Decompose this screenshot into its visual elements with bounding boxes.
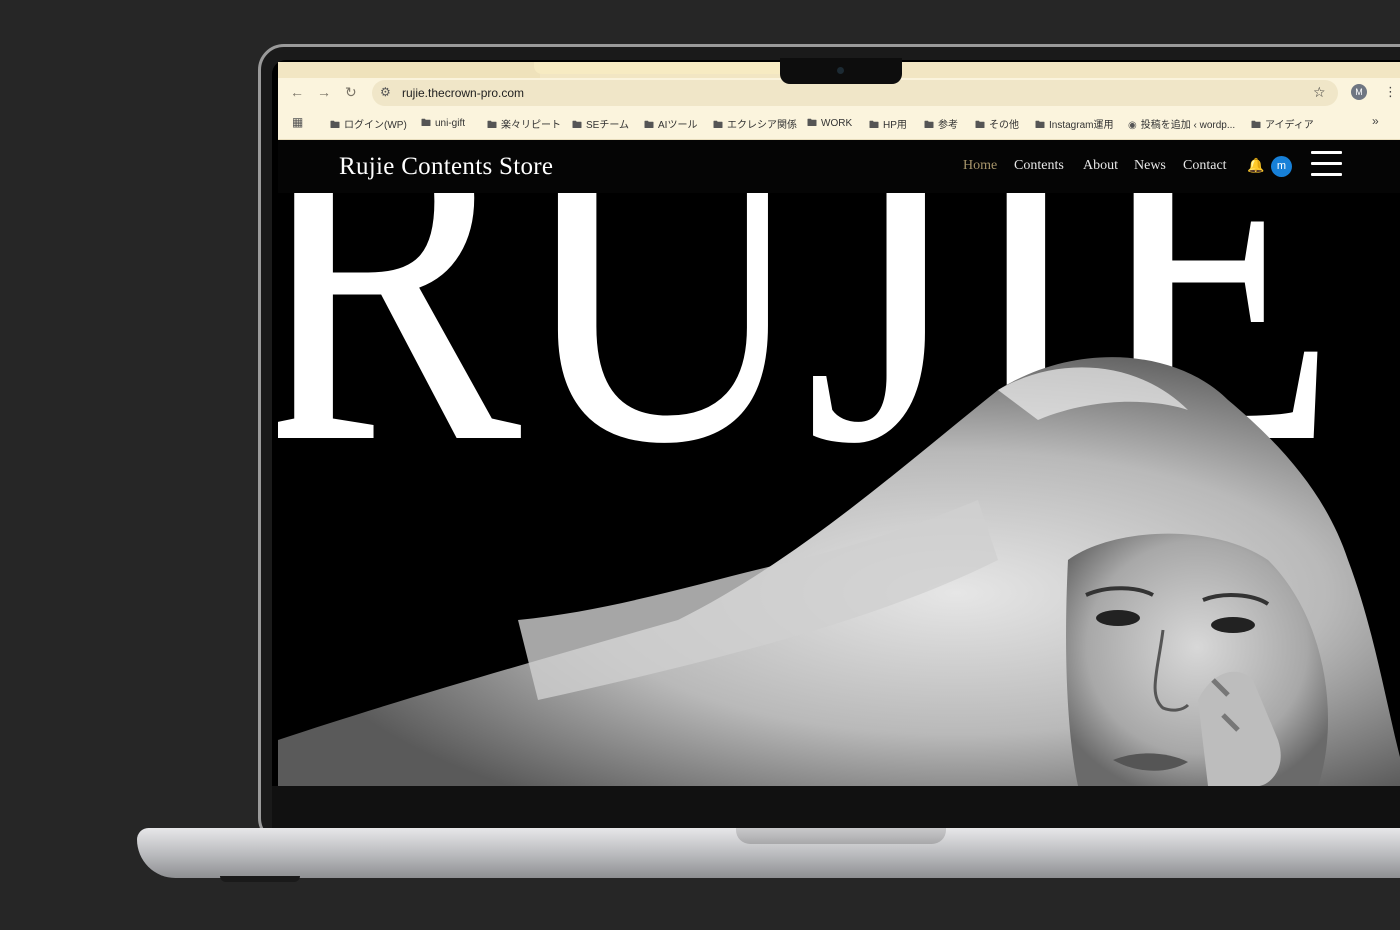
website: RUJIE Rujie Contents Store Home Contents…: [278, 140, 1400, 786]
folder-icon: 🖿: [975, 120, 985, 131]
bookmark-item[interactable]: 🖿 エクレシア関係: [713, 116, 797, 135]
laptop-groove: [736, 828, 946, 844]
bookmark-item[interactable]: 🖿 ログイン(WP): [330, 116, 407, 135]
folder-icon: 🖿: [421, 118, 431, 129]
folder-icon: 🖿: [924, 120, 934, 131]
nav-home[interactable]: Home: [963, 158, 997, 174]
nav-contact[interactable]: Contact: [1183, 158, 1227, 174]
folder-icon: 🖿: [869, 120, 879, 131]
folder-icon: 🖿: [1251, 120, 1261, 131]
back-icon[interactable]: ←: [290, 84, 304, 100]
nav-about[interactable]: About: [1083, 158, 1118, 174]
site-header: Rujie Contents Store Home Contents About…: [278, 140, 1400, 193]
folder-icon: 🖿: [807, 118, 817, 129]
bookmark-item[interactable]: ◉ 投稿を追加 ‹ wordp...: [1128, 116, 1235, 131]
screen-bottom-bezel: [272, 786, 1400, 830]
bell-icon[interactable]: 🔔: [1247, 157, 1264, 174]
laptop-foot: [220, 876, 300, 882]
user-avatar[interactable]: m: [1271, 156, 1292, 177]
bookmark-item[interactable]: 🖿 楽々リピート: [487, 116, 561, 135]
site-settings-icon[interactable]: ⚙: [380, 85, 391, 99]
folder-icon: 🖿: [487, 120, 497, 131]
hamburger-icon[interactable]: [1311, 151, 1342, 177]
folder-icon: 🖿: [644, 120, 654, 131]
apps-icon[interactable]: ▦: [292, 115, 303, 129]
bookmark-item[interactable]: 🖿 SEチーム: [572, 116, 629, 135]
folder-icon: 🖿: [572, 120, 582, 131]
bookmark-item[interactable]: 🖿 参考: [924, 116, 958, 135]
site-logo[interactable]: Rujie Contents Store: [339, 153, 553, 181]
url-text[interactable]: rujie.thecrown-pro.com: [402, 86, 524, 100]
bookmark-item[interactable]: 🖿 その他: [975, 116, 1019, 135]
reload-icon[interactable]: ↻: [345, 84, 357, 101]
nav-news[interactable]: News: [1134, 158, 1166, 174]
bookmark-item[interactable]: 🖿 アイディア: [1251, 116, 1314, 135]
folder-icon: 🖿: [1035, 120, 1045, 131]
tab-highlight: [534, 62, 780, 74]
camera-icon: [837, 67, 844, 74]
folder-icon: 🖿: [713, 120, 723, 131]
kebab-icon[interactable]: ⋮: [1384, 84, 1397, 100]
star-icon[interactable]: ☆: [1313, 84, 1326, 101]
active-tab[interactable]: [350, 62, 540, 78]
bookmark-item[interactable]: 🖿 uni-gift: [421, 116, 465, 133]
hero-photo: [278, 357, 1400, 786]
bookmark-item[interactable]: 🖿 AIツール: [644, 116, 697, 135]
forward-icon[interactable]: →: [317, 84, 331, 100]
chevron-double-right-icon[interactable]: »: [1372, 114, 1379, 128]
wordpress-icon: ◉: [1128, 120, 1137, 131]
bookmark-item[interactable]: 🖿 Instagram運用: [1035, 116, 1113, 135]
bookmark-item[interactable]: 🖿 WORK: [807, 116, 852, 133]
nav-contents[interactable]: Contents: [1014, 158, 1064, 174]
bookmark-item[interactable]: 🖿 HP用: [869, 116, 907, 135]
folder-icon: 🖿: [330, 120, 340, 131]
camera-notch: [780, 58, 902, 84]
profile-avatar[interactable]: M: [1351, 84, 1367, 100]
